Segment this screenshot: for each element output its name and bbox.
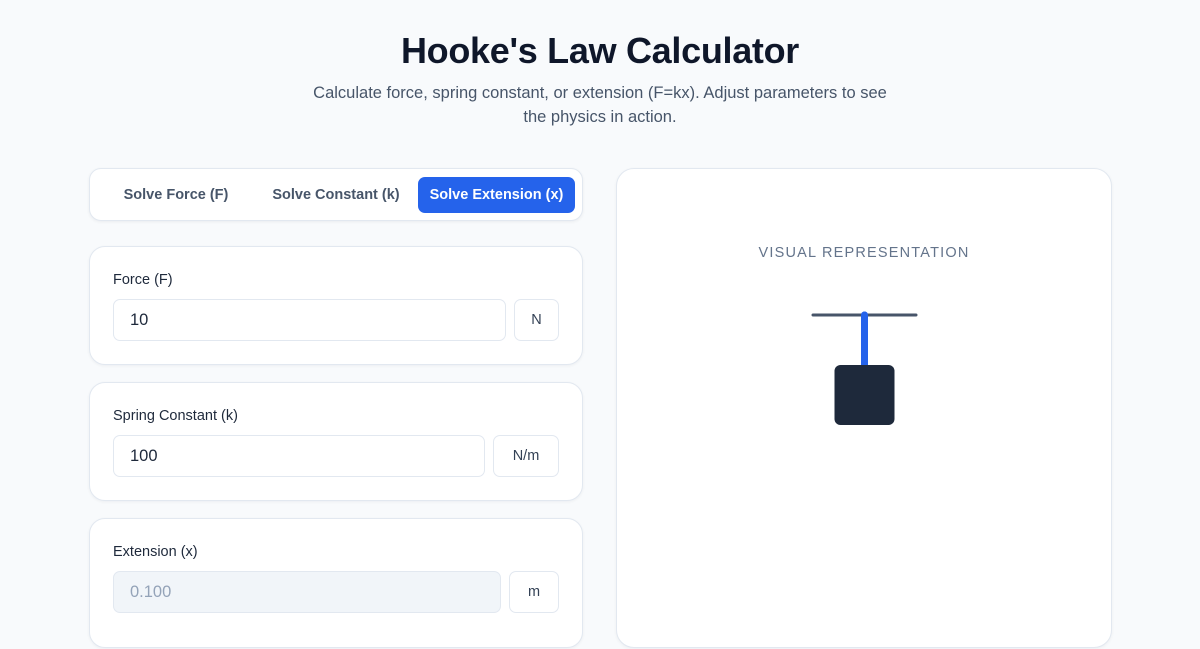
constant-unit: N/m xyxy=(493,435,559,477)
constant-card: Spring Constant (k) N/m xyxy=(89,382,583,501)
page-title: Hooke's Law Calculator xyxy=(400,30,800,71)
spring-anchor xyxy=(861,311,868,319)
spring-diagram xyxy=(811,311,918,425)
extension-unit: m xyxy=(509,571,559,613)
extension-card: Extension (x) m xyxy=(89,518,583,648)
force-unit: N xyxy=(514,299,559,341)
mass-block xyxy=(834,365,895,425)
tab-solve-constant[interactable]: Solve Constant (k) xyxy=(260,177,412,213)
extension-output xyxy=(113,571,501,613)
constant-label: Spring Constant (k) xyxy=(113,408,238,424)
force-input[interactable] xyxy=(113,299,506,341)
constant-input[interactable] xyxy=(113,435,485,477)
force-card: Force (F) N xyxy=(89,246,583,365)
mode-tabs: Solve Force (F) Solve Constant (k) Solve… xyxy=(89,168,583,221)
tab-solve-force[interactable]: Solve Force (F) xyxy=(109,177,243,213)
tab-solve-extension[interactable]: Solve Extension (x) xyxy=(418,177,575,213)
extension-label: Extension (x) xyxy=(113,544,198,560)
force-label: Force (F) xyxy=(113,272,173,288)
visual-panel: VISUAL REPRESENTATION xyxy=(616,168,1112,648)
page-subtitle: Calculate force, spring constant, or ext… xyxy=(313,84,887,126)
